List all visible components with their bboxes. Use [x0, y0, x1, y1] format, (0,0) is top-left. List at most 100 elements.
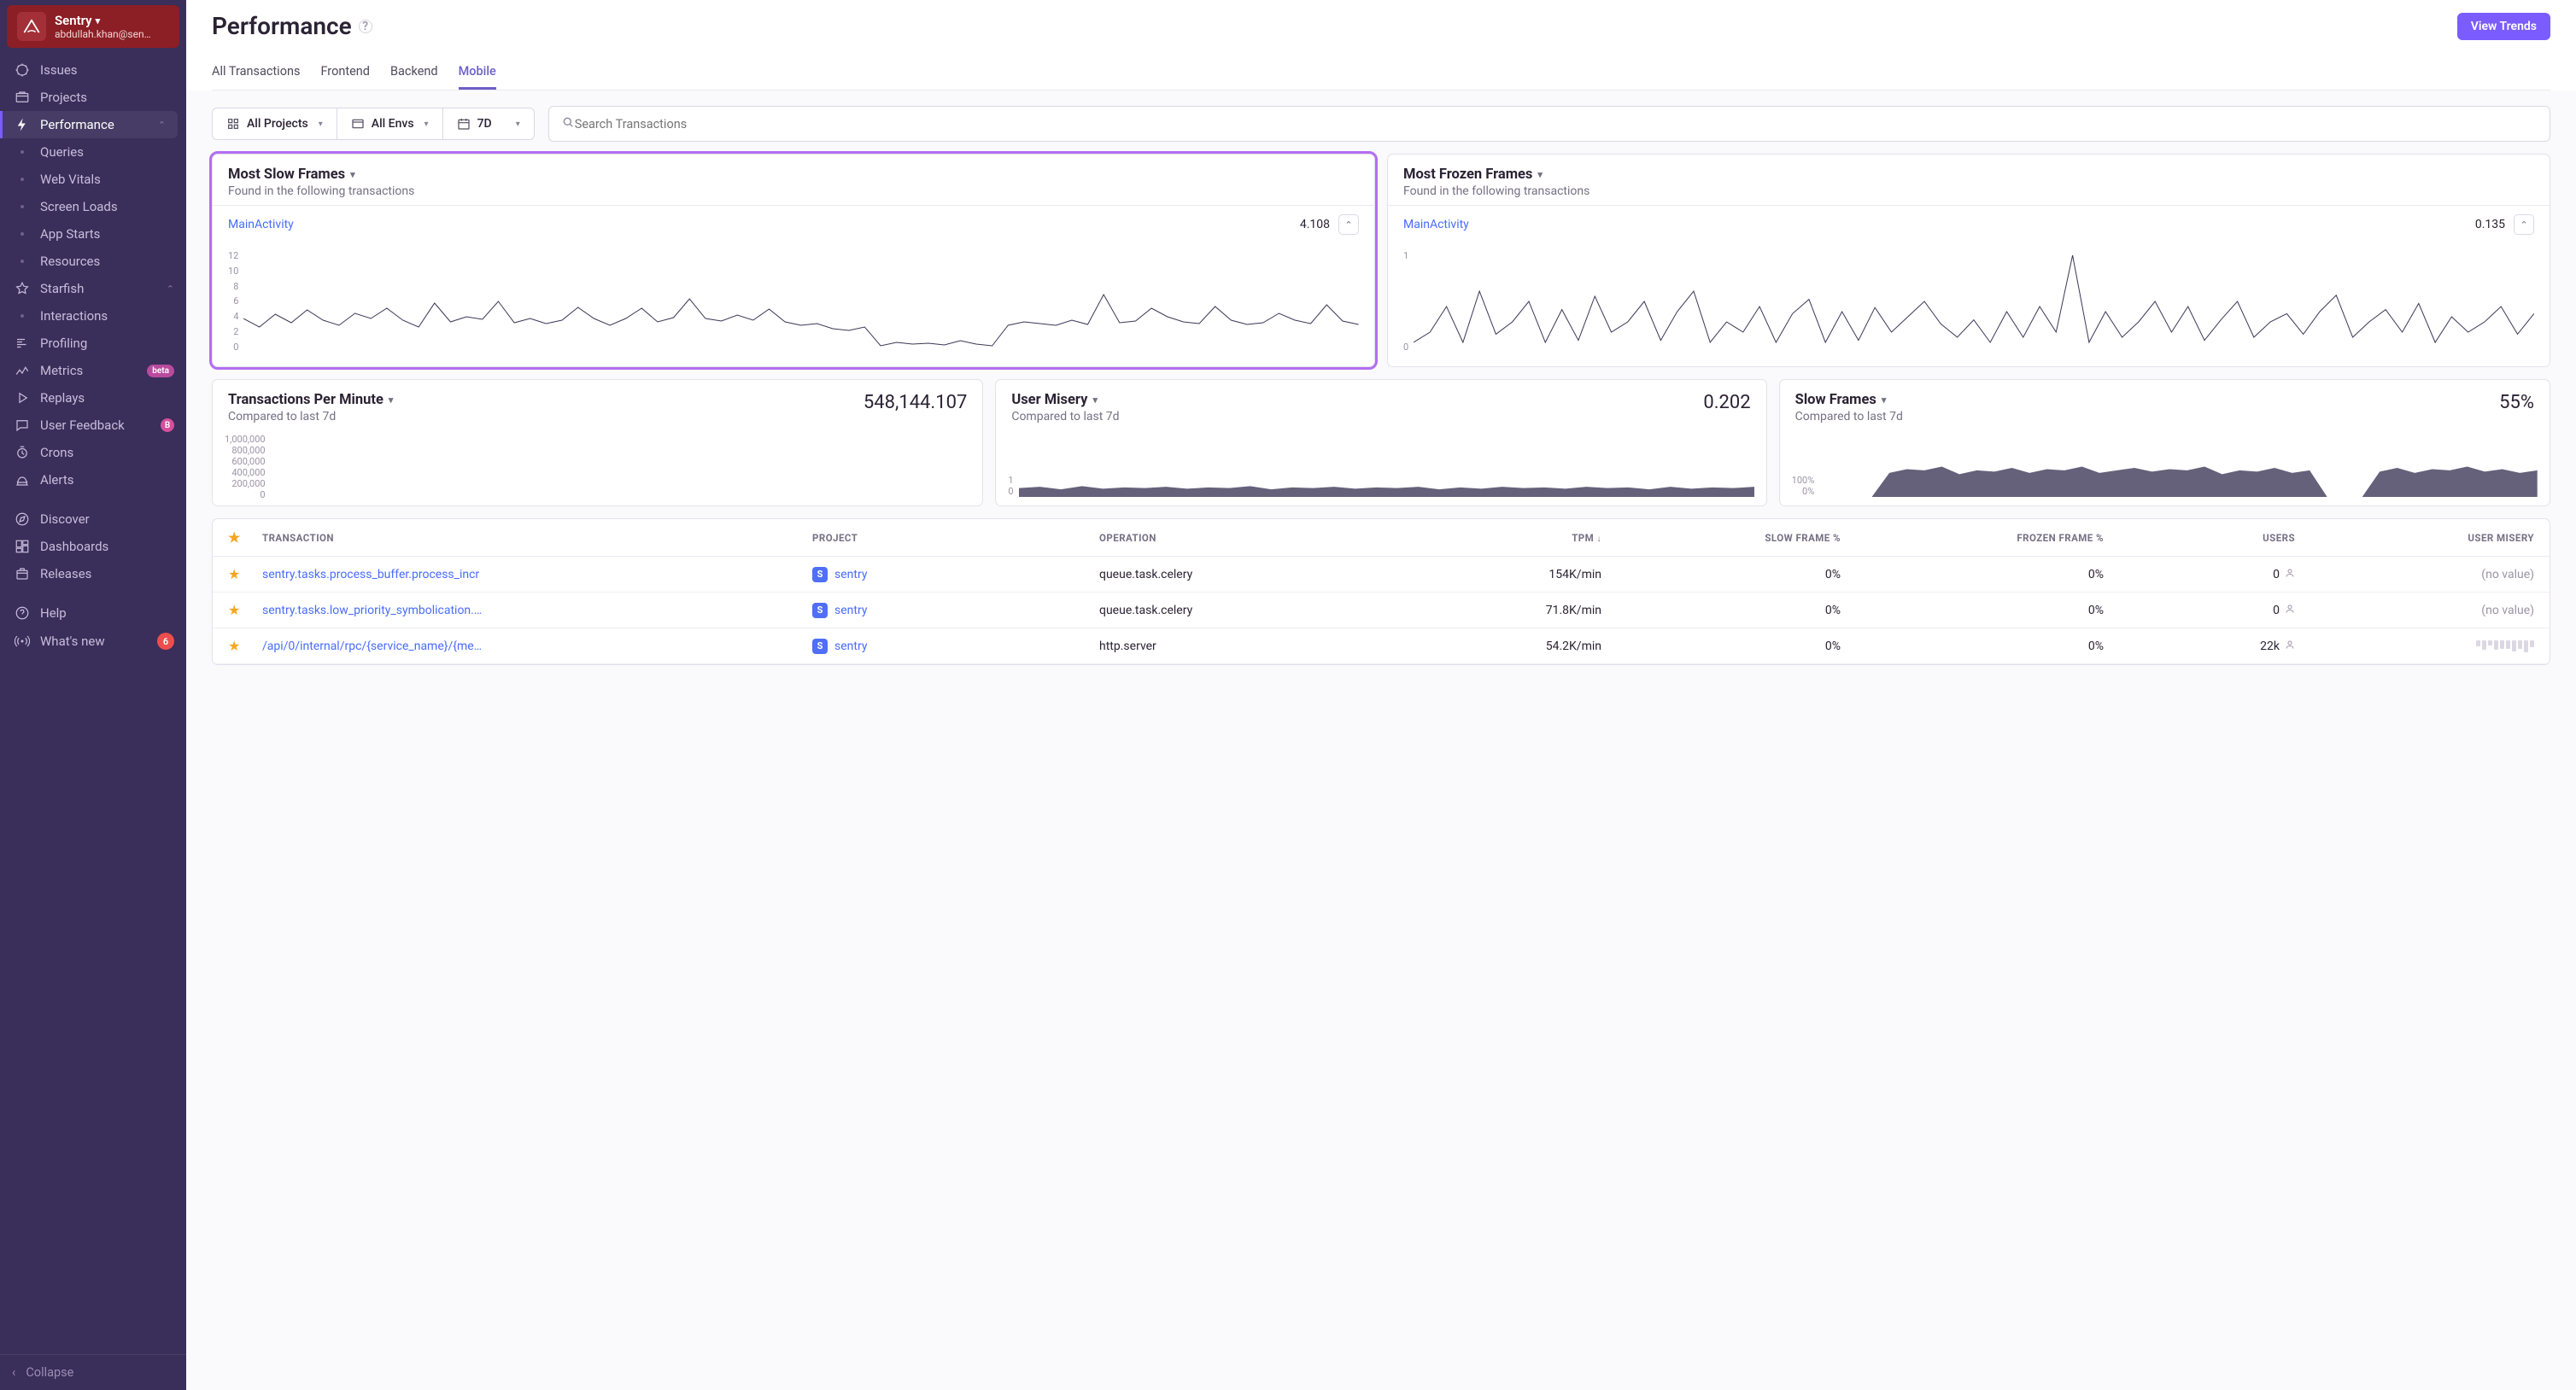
sidebar-item-user-feedback[interactable]: User FeedbackB	[0, 412, 186, 439]
sidebar: Sentry▾ abdullah.khan@sen… IssuesProject…	[0, 0, 186, 1390]
slow-frames-chart: 121086420	[228, 250, 1359, 353]
project-link[interactable]: Ssentry	[812, 567, 1099, 582]
tab-frontend[interactable]: Frontend	[320, 55, 370, 90]
project-link[interactable]: Ssentry	[812, 639, 1099, 654]
transaction-link[interactable]: /api/0/internal/rpc/{service_name}/{me…	[262, 640, 812, 653]
sidebar-item-label: Alerts	[40, 472, 74, 488]
sidebar-item-label: Replays	[40, 390, 85, 406]
sidebar-item-screen-loads[interactable]: Screen Loads	[0, 193, 186, 220]
sidebar-item-dashboards[interactable]: Dashboards	[0, 533, 186, 560]
sidebar-item-label: What's new	[40, 634, 105, 649]
sidebar-item-replays[interactable]: Replays	[0, 384, 186, 412]
perf-tabs: All Transactions Frontend Backend Mobile	[212, 55, 2550, 91]
column-transaction[interactable]: TRANSACTION	[262, 532, 812, 544]
transaction-link[interactable]: sentry.tasks.low_priority_symbolication.…	[262, 604, 812, 617]
tpm-cell: 71.8K/min	[1386, 604, 1601, 617]
user-misery-cell: (no value)	[2295, 568, 2534, 581]
transaction-link[interactable]: MainActivity	[1403, 218, 1469, 231]
badge: B	[161, 418, 174, 432]
sidebar-item-label: Discover	[40, 511, 90, 527]
calendar-icon	[457, 117, 471, 131]
sidebar-item-projects[interactable]: Projects	[0, 84, 186, 111]
star-icon[interactable]: ★	[228, 602, 262, 618]
discover-icon	[15, 511, 30, 527]
user-icon	[2285, 640, 2295, 653]
sidebar-item-label: App Starts	[40, 226, 100, 242]
sidebar-item-web-vitals[interactable]: Web Vitals	[0, 166, 186, 193]
sidebar-item-issues[interactable]: Issues	[0, 56, 186, 84]
sidebar-item-profiling[interactable]: Profiling	[0, 330, 186, 357]
operation-cell: queue.task.celery	[1099, 604, 1386, 617]
dot-icon	[15, 226, 30, 242]
column-frozen-frame[interactable]: FROZEN FRAME %	[1841, 532, 2104, 544]
column-slow-frame[interactable]: SLOW FRAME %	[1601, 532, 1841, 544]
slow-frames-pct-card: Slow Frames▾ Compared to last 7d 55% 100…	[1779, 379, 2550, 506]
star-icon[interactable]: ★	[228, 566, 262, 582]
column-operation[interactable]: OPERATION	[1099, 532, 1386, 544]
sentry-logo-icon	[17, 12, 46, 41]
chevron-down-icon: ▾	[424, 120, 429, 129]
replay-icon	[15, 390, 30, 406]
sidebar-item-app-starts[interactable]: App Starts	[0, 220, 186, 248]
project-link[interactable]: Ssentry	[812, 603, 1099, 618]
table-row: ★ sentry.tasks.process_buffer.process_in…	[213, 557, 2550, 593]
env-filter[interactable]: All Envs▾	[337, 108, 443, 139]
sidebar-item-metrics[interactable]: Metricsbeta	[0, 357, 186, 384]
sidebar-item-starfish[interactable]: Starfish⌃	[0, 275, 186, 302]
column-tpm[interactable]: TPM ↓	[1386, 532, 1601, 544]
most-slow-frames-card: Most Slow Frames▾ Found in the following…	[212, 154, 1375, 367]
chevron-down-icon[interactable]: ▾	[389, 394, 394, 406]
transaction-link[interactable]: sentry.tasks.process_buffer.process_incr	[262, 568, 812, 581]
sidebar-item-alerts[interactable]: Alerts	[0, 466, 186, 494]
time-filter[interactable]: 7D▾	[443, 108, 534, 139]
page-content: All Projects▾ All Envs▾ 7D▾ Most	[186, 91, 2576, 1390]
grid-icon	[226, 117, 240, 131]
sidebar-item-label: Screen Loads	[40, 199, 118, 214]
collapse-chart-button[interactable]: ⌃	[2514, 214, 2534, 235]
chevron-left-icon: ‹	[12, 1365, 15, 1380]
sidebar-item-label: Help	[40, 605, 67, 621]
sidebar-item-help[interactable]: Help	[0, 599, 186, 627]
user-misery-cell	[2295, 640, 2534, 652]
tab-backend[interactable]: Backend	[390, 55, 438, 90]
tab-mobile[interactable]: Mobile	[459, 55, 496, 90]
sidebar-item-label: Releases	[40, 566, 91, 581]
projects-icon	[15, 90, 30, 105]
table-header: ★ TRANSACTION PROJECT OPERATION TPM ↓ SL…	[213, 519, 2550, 557]
column-users[interactable]: USERS	[2104, 532, 2295, 544]
slow-frame-cell: 0%	[1601, 604, 1841, 617]
chevron-down-icon[interactable]: ▾	[1092, 394, 1098, 406]
sidebar-item-releases[interactable]: Releases	[0, 560, 186, 587]
sidebar-item-crons[interactable]: Crons	[0, 439, 186, 466]
profiling-icon	[15, 336, 30, 351]
column-user-misery[interactable]: USER MISERY	[2295, 532, 2534, 544]
chevron-down-icon[interactable]: ▾	[1882, 394, 1887, 406]
sidebar-item-discover[interactable]: Discover	[0, 505, 186, 533]
collapse-chart-button[interactable]: ⌃	[1338, 214, 1359, 235]
chevron-down-icon[interactable]: ▾	[1537, 169, 1543, 180]
sidebar-item-what-s-new[interactable]: What's new6	[0, 627, 186, 656]
project-filter[interactable]: All Projects▾	[213, 108, 337, 139]
help-icon[interactable]: ?	[359, 20, 372, 33]
user-icon	[2285, 604, 2295, 617]
chevron-down-icon: ▾	[516, 120, 520, 129]
star-column-header[interactable]: ★	[228, 529, 262, 546]
transactions-search-input[interactable]	[575, 117, 2538, 131]
table-row: ★ sentry.tasks.low_priority_symbolicatio…	[213, 593, 2550, 628]
star-icon[interactable]: ★	[228, 638, 262, 654]
sidebar-item-resources[interactable]: Resources	[0, 248, 186, 275]
user-misery-cell: (no value)	[2295, 604, 2534, 617]
transaction-link[interactable]: MainActivity	[228, 218, 294, 231]
collapse-sidebar-button[interactable]: ‹ Collapse	[0, 1354, 186, 1390]
chevron-down-icon: ▾	[319, 120, 323, 129]
sidebar-item-performance[interactable]: Performance⌃	[0, 111, 178, 138]
view-trends-button[interactable]: View Trends	[2457, 13, 2550, 40]
chevron-down-icon[interactable]: ▾	[350, 169, 355, 180]
transactions-search[interactable]	[548, 106, 2550, 142]
tab-all-transactions[interactable]: All Transactions	[212, 55, 300, 90]
tpm-chart: 1,000,000800,000600,000400,000200,0000	[225, 434, 970, 497]
org-switcher[interactable]: Sentry▾ abdullah.khan@sen…	[7, 5, 179, 48]
column-project[interactable]: PROJECT	[812, 532, 1099, 544]
sidebar-item-interactions[interactable]: Interactions	[0, 302, 186, 330]
sidebar-item-queries[interactable]: Queries	[0, 138, 186, 166]
